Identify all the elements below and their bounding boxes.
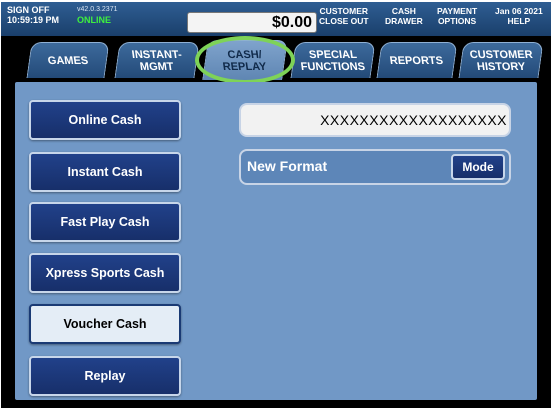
payment-options-button[interactable]: PAYMENT OPTIONS — [437, 6, 477, 26]
replay-button[interactable]: Replay — [29, 356, 181, 396]
date-label: Jan 06 2021 — [495, 6, 543, 16]
balance-display: $0.00 — [187, 12, 317, 33]
status-bar: SIGN OFF 10:59:19 PM v42.0.3.2371 ONLINE… — [1, 2, 551, 36]
cash-drawer-button[interactable]: CASH DRAWER — [385, 6, 423, 26]
online-status: ONLINE — [77, 15, 112, 25]
online-cash-button[interactable]: Online Cash — [29, 100, 181, 140]
app-frame: SIGN OFF 10:59:19 PM v42.0.3.2371 ONLINE… — [1, 2, 551, 408]
barcode-input[interactable]: XXXXXXXXXXXXXXXXXXX — [239, 103, 511, 137]
tab-customer-history-line2: HISTORY — [475, 60, 526, 73]
sign-off-button[interactable]: SIGN OFF 10:59:19 PM v42.0.3.2371 ONLINE — [7, 5, 117, 25]
fast-play-cash-button[interactable]: Fast Play Cash — [29, 202, 181, 242]
customer-close-out-line2: CLOSE OUT — [319, 16, 369, 26]
format-row: New Format Mode — [239, 149, 511, 185]
tab-games-label: GAMES — [46, 54, 89, 67]
tab-highlight-ring — [195, 36, 295, 84]
tab-special-functions[interactable]: SPECIAL FUNCTIONS — [290, 42, 376, 78]
mode-button[interactable]: Mode — [451, 154, 505, 180]
tab-reports[interactable]: REPORTS — [376, 42, 458, 78]
payment-options-line2: OPTIONS — [437, 16, 477, 26]
voucher-cash-button[interactable]: Voucher Cash — [29, 304, 181, 344]
customer-close-out-line1: CUSTOMER — [319, 6, 369, 16]
instant-cash-button[interactable]: Instant Cash — [29, 152, 181, 192]
sign-off-label: SIGN OFF — [7, 5, 50, 15]
clock: 10:59:19 PM — [7, 15, 60, 25]
customer-close-out-button[interactable]: CUSTOMER CLOSE OUT — [319, 6, 369, 26]
tab-instant-mgmt-line1: INSTANT- — [131, 48, 183, 61]
tab-games[interactable]: GAMES — [26, 42, 110, 78]
tab-instant-mgmt[interactable]: INSTANT- MGMT — [114, 42, 200, 78]
tab-special-functions-line1: SPECIAL — [308, 48, 358, 61]
cash-drawer-line2: DRAWER — [385, 16, 423, 26]
payment-options-line1: PAYMENT — [437, 6, 478, 16]
format-label: New Format — [247, 158, 328, 174]
tab-instant-mgmt-line2: MGMT — [139, 60, 175, 73]
cash-drawer-line1: CASH — [391, 6, 416, 16]
help-button[interactable]: Jan 06 2021 HELP — [495, 6, 543, 26]
tab-special-functions-line2: FUNCTIONS — [299, 60, 366, 73]
version-label: v42.0.3.2371 — [77, 6, 118, 13]
tab-customer-history-line1: CUSTOMER — [468, 48, 534, 61]
tab-customer-history[interactable]: CUSTOMER HISTORY — [458, 42, 544, 78]
help-label: HELP — [507, 16, 531, 26]
tab-reports-label: REPORTS — [389, 54, 445, 67]
xpress-sports-cash-button[interactable]: Xpress Sports Cash — [29, 253, 181, 293]
